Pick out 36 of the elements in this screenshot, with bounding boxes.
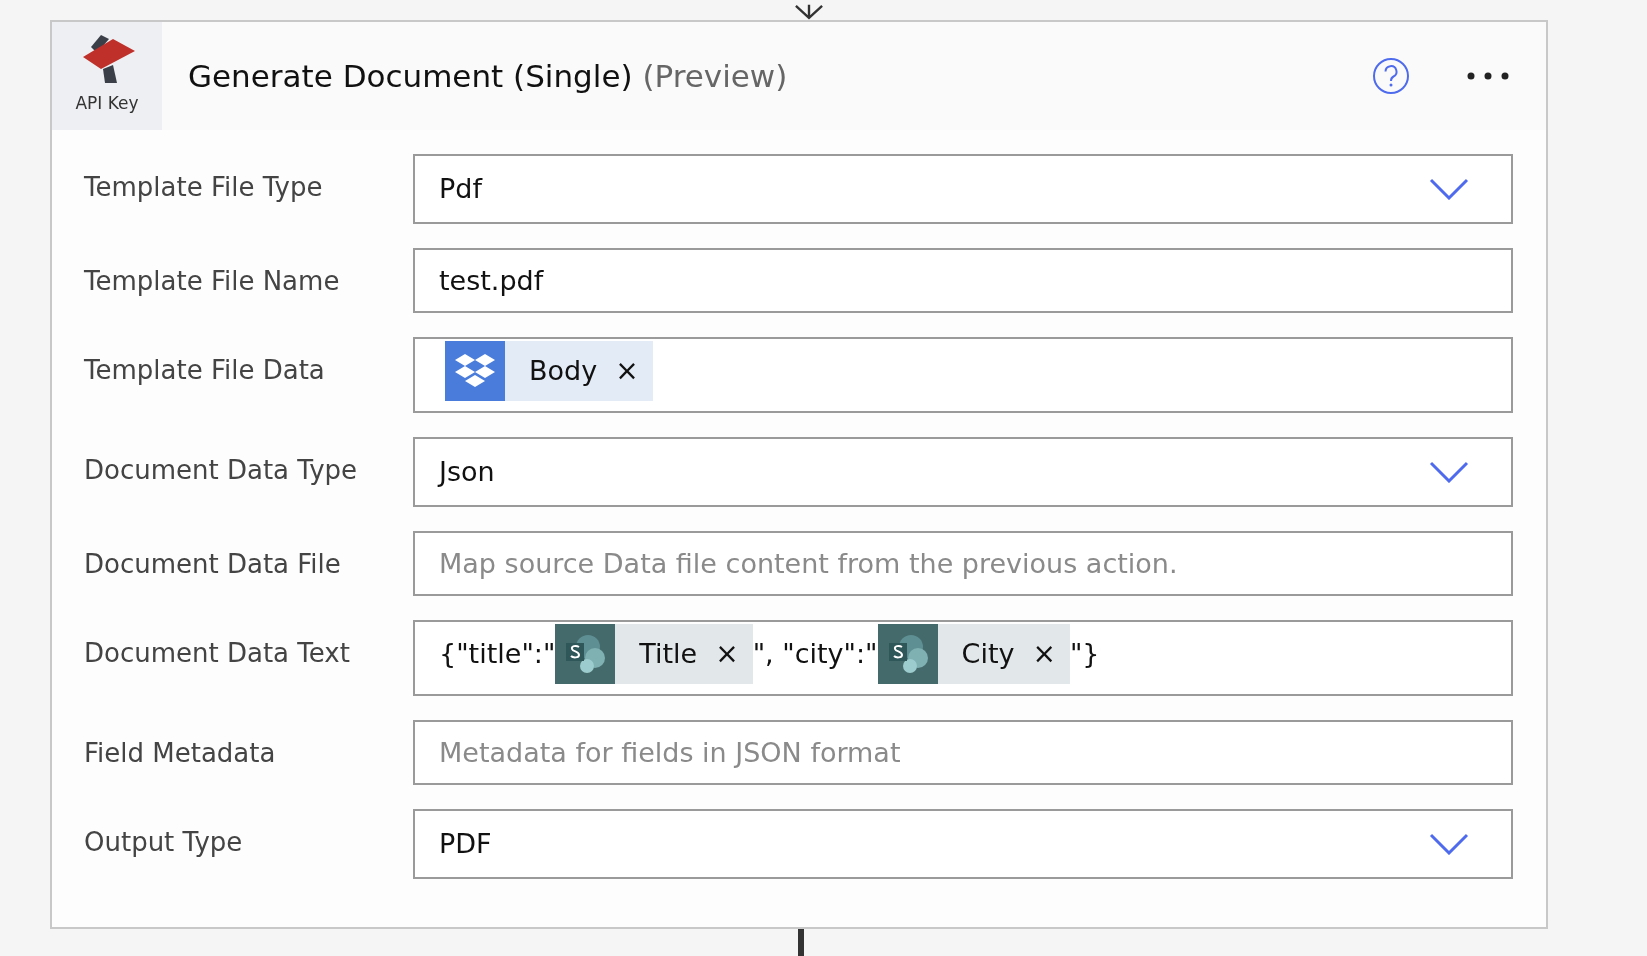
token-label: Body	[528, 354, 599, 388]
flow-connector	[798, 929, 804, 956]
input-field[interactable]: Map source Data file content from the previous action.	[413, 531, 1513, 597]
logo-caption: API Key	[75, 92, 139, 116]
field-label: Template File Type	[84, 171, 324, 205]
circles-s-icon	[564, 634, 607, 675]
input-field[interactable]: test.pdf	[413, 248, 1513, 314]
remove-token-button[interactable]: ×	[609, 350, 653, 393]
dropdown-field[interactable]: Json	[413, 437, 1513, 508]
help-icon[interactable]	[1372, 57, 1410, 96]
field-label: Template File Name	[84, 265, 341, 299]
field-label: Output Type	[84, 826, 244, 860]
token-label: City	[960, 637, 1016, 671]
token-input-field[interactable]: {"title":" Title × ", "city":" City × "}	[413, 620, 1513, 697]
circles-s-icon	[886, 634, 929, 675]
chevron-down-icon	[1429, 461, 1469, 484]
card-title: Generate Document (Single) (Preview)	[188, 57, 789, 96]
flow-arrow-drawing	[794, 3, 824, 20]
dropdown-field[interactable]: Pdf	[413, 154, 1513, 225]
token-input-field[interactable]: Body ×	[413, 337, 1513, 414]
field-label: Field Metadata	[84, 737, 277, 771]
field-label: Template File Data	[84, 354, 326, 388]
field-label: Document Data File	[84, 548, 342, 582]
field-label: Document Data Text	[84, 637, 351, 671]
field-label: Document Data Type	[84, 454, 359, 488]
more-icon[interactable]	[1466, 71, 1510, 82]
chevron-down-icon	[1429, 178, 1469, 201]
field-text: {"title":"	[439, 637, 556, 672]
remove-token-button[interactable]: ×	[1026, 633, 1070, 676]
dropdown-field[interactable]: PDF	[413, 809, 1513, 880]
remove-token-button[interactable]: ×	[709, 633, 753, 676]
field-text: "}	[1069, 637, 1100, 672]
chevron-down-icon	[1429, 833, 1469, 856]
token-label: Title	[638, 637, 699, 671]
input-field[interactable]: Metadata for fields in JSON format	[413, 720, 1513, 786]
field-text: ", "city":"	[752, 637, 878, 672]
